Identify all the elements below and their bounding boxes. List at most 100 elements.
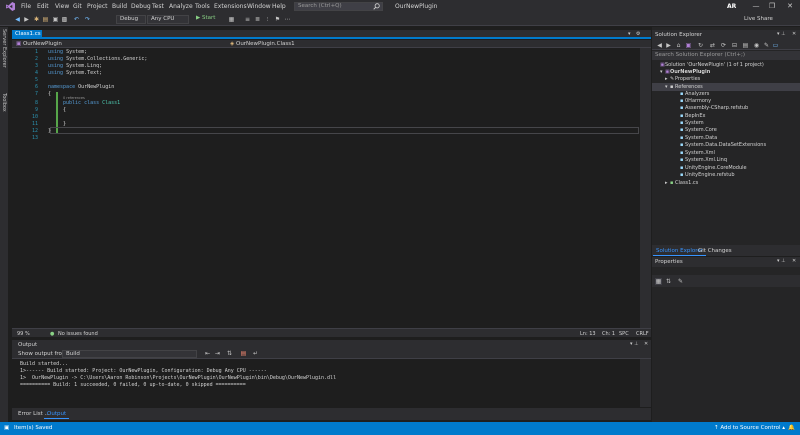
menu-git[interactable]: Git [73, 3, 82, 10]
switch-views-icon[interactable]: ▣ [685, 42, 692, 49]
editor-vertical-scrollbar[interactable] [640, 48, 651, 328]
new-item-icon[interactable]: ✱ [33, 16, 40, 23]
tab-git-changes[interactable]: Git Changes [695, 247, 735, 255]
menu-build[interactable]: Build [112, 3, 127, 10]
menu-window[interactable]: Window [247, 3, 271, 10]
settings-gear-icon[interactable]: ⚙ [636, 31, 640, 37]
redo-icon[interactable]: ↷ [84, 16, 91, 23]
tree-item-reference[interactable]: ▪ System.Data.DataSetExtensions [680, 142, 766, 148]
align-left-icon[interactable]: ≡ [244, 16, 251, 23]
platform-select[interactable]: Any CPU [147, 15, 189, 24]
categorized-icon[interactable]: ▦ [655, 278, 662, 285]
tree-item-class-file[interactable]: ▸ ▪ Class1.cs [665, 180, 698, 186]
class-nav-select[interactable]: ◈ OurNewPlugin.Class1 [226, 40, 426, 48]
navigate-back-icon[interactable]: ◀ [14, 16, 21, 23]
home-icon[interactable]: ⌂ [675, 42, 682, 49]
tree-item-reference[interactable]: ▪ UnityEngine.CoreModule [680, 165, 747, 171]
menu-tools[interactable]: Tools [195, 3, 210, 10]
save-all-icon[interactable]: ▩ [61, 16, 68, 23]
tree-item-reference[interactable]: ▪ Analyzers [680, 91, 709, 97]
close-icon[interactable]: ✕ [792, 258, 796, 264]
project-nav-select[interactable]: ▣ OurNewPlugin [12, 40, 82, 48]
alphabetical-icon[interactable]: ⇅ [665, 278, 672, 285]
menu-help[interactable]: Help [272, 3, 286, 10]
comment-icon[interactable]: ⫶ [264, 16, 271, 23]
tree-item-properties[interactable]: ▸ ✎Properties [665, 76, 700, 82]
tree-item-reference[interactable]: ▪ System.Core [680, 127, 717, 133]
clear-all-icon[interactable]: ▤ [240, 350, 247, 357]
tab-overflow-icon[interactable]: ▾ [628, 31, 631, 37]
property-pages-icon[interactable]: ✎ [677, 278, 684, 285]
search-icon[interactable] [373, 3, 380, 10]
search-input[interactable]: Search (Ctrl+Q) [294, 2, 383, 11]
tree-item-reference[interactable]: ▪ System [680, 120, 704, 126]
preview-icon[interactable]: ◉ [753, 42, 760, 49]
menu-project[interactable]: Project [87, 3, 108, 10]
issues-status[interactable]: No issues found [58, 331, 98, 337]
tab-output[interactable]: Output [44, 410, 70, 419]
line-ending-indicator[interactable]: CRLF [636, 331, 649, 337]
find-previous-icon[interactable]: ⇤ [204, 350, 211, 357]
menu-analyze[interactable]: Analyze [169, 3, 193, 10]
pin-icon[interactable]: ▾ ⊥ [777, 258, 785, 264]
server-explorer-tab[interactable]: Server Explorer [1, 29, 7, 68]
tree-item-reference[interactable]: ▪ UnityEngine.refstub [680, 172, 735, 178]
avatar[interactable]: AR [727, 3, 736, 10]
open-folder-icon[interactable]: ▤ [42, 16, 49, 23]
menu-test[interactable]: Test [152, 3, 164, 10]
start-debugging-button[interactable]: ▶ Start [196, 15, 215, 24]
toolbox-icon[interactable]: ▦ [228, 16, 235, 23]
solution-search-input[interactable]: Search Solution Explorer (Ctrl+;) [652, 51, 800, 60]
sync-icon[interactable]: ⇄ [709, 42, 716, 49]
go-to-message-icon[interactable]: ⇅ [226, 350, 233, 357]
overflow-icon[interactable]: ⋯ [284, 16, 291, 23]
tree-item-reference[interactable]: ▪ System.Xml [680, 150, 715, 156]
find-next-icon[interactable]: ⇥ [214, 350, 221, 357]
live-share-button[interactable]: Live Share [744, 16, 773, 22]
collapse-all-icon[interactable]: ⊟ [731, 42, 738, 49]
menu-extensions[interactable]: Extensions [214, 3, 247, 10]
tree-item-reference[interactable]: ▪ 0Harmony [680, 98, 711, 104]
maximize-button[interactable]: ❐ [764, 1, 780, 12]
output-source-select[interactable]: Build [62, 350, 197, 358]
preview-selected-icon[interactable]: ▭ [772, 42, 779, 49]
navigate-forward-icon[interactable]: ▶ [23, 16, 30, 23]
align-right-icon[interactable]: ≣ [254, 16, 261, 23]
menu-file[interactable]: File [21, 3, 31, 10]
refresh-icon[interactable]: ⟳ [720, 42, 727, 49]
back-icon[interactable]: ◀ [656, 42, 663, 49]
menu-edit[interactable]: Edit [37, 3, 49, 10]
undo-icon[interactable]: ↶ [73, 16, 80, 23]
tree-item-references[interactable]: ▾ ▪ References [665, 84, 703, 90]
tree-item-reference[interactable]: ▪ System.Xml.Linq [680, 157, 727, 163]
properties-wrench-icon[interactable]: ✎ [763, 42, 770, 49]
forward-icon[interactable]: ▶ [665, 42, 672, 49]
close-icon[interactable]: ✕ [792, 31, 796, 37]
tree-item-project[interactable]: ▾ ▣OurNewPlugin [660, 69, 710, 75]
pin-icon[interactable]: ▾ ⊥ [630, 341, 638, 347]
tree-item-reference[interactable]: ▪ Assembly-CSharp.refstub [680, 105, 748, 111]
pending-changes-icon[interactable]: ↻ [697, 42, 704, 49]
show-all-files-icon[interactable]: ▤ [742, 42, 749, 49]
minimize-button[interactable]: — [748, 1, 764, 12]
add-to-source-control-button[interactable]: ↑ Add to Source Control ▴ [714, 425, 785, 431]
menu-debug[interactable]: Debug [131, 3, 151, 10]
tree-item-reference[interactable]: ▪ BepInEx [680, 113, 705, 119]
notifications-bell-icon[interactable]: 🔔 [788, 425, 795, 431]
tab-class1-cs[interactable]: Class1.cs ✕ [12, 30, 42, 46]
bookmark-icon[interactable]: ⚑ [274, 16, 281, 23]
close-button[interactable]: ✕ [782, 1, 798, 12]
zoom-level[interactable]: 99 % [17, 331, 30, 337]
save-icon[interactable]: ▣ [52, 16, 59, 23]
tree-item-solution[interactable]: ▣Solution 'OurNewPlugin' (1 of 1 project… [660, 62, 764, 68]
configuration-select[interactable]: Debug [116, 15, 146, 24]
close-icon[interactable]: ✕ [644, 341, 648, 347]
output-vertical-scrollbar[interactable] [640, 359, 651, 407]
whitespace-indicator[interactable]: SPC [619, 331, 629, 337]
word-wrap-icon[interactable]: ↵ [252, 350, 259, 357]
menu-view[interactable]: View [55, 3, 69, 10]
code-editor[interactable] [12, 48, 640, 328]
pin-icon[interactable]: ▾ ⊥ [777, 31, 785, 37]
tree-item-reference[interactable]: ▪ System.Data [680, 135, 717, 141]
toolbox-tab[interactable]: Toolbox [1, 93, 7, 112]
